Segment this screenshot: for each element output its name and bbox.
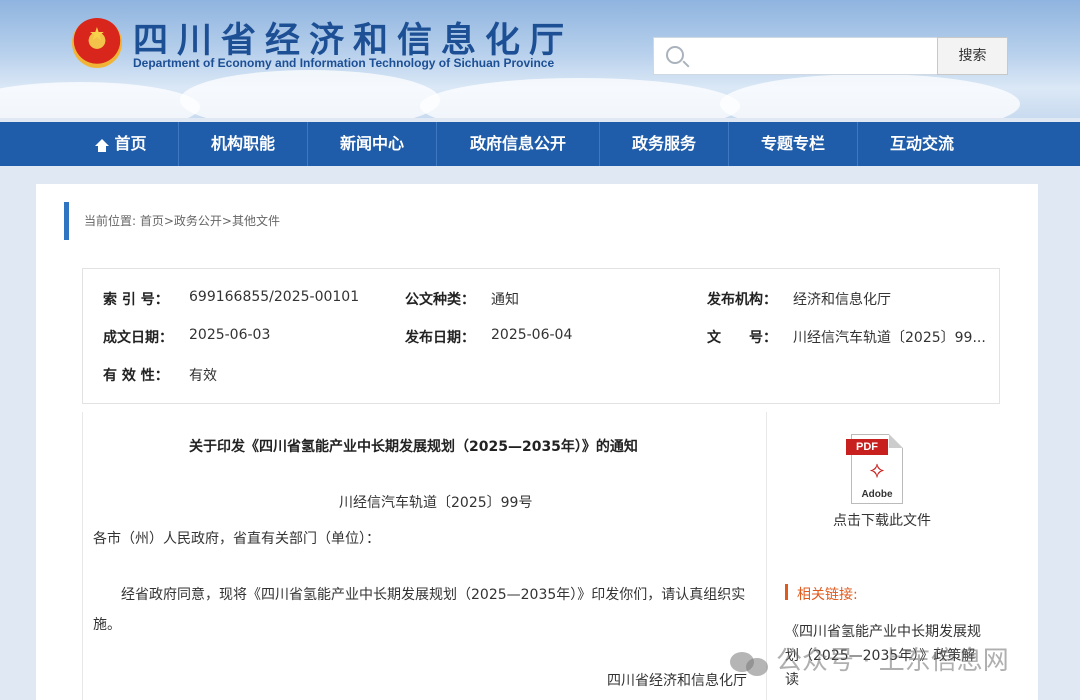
- nav-item-home[interactable]: 首页: [66, 122, 176, 166]
- download-file-link[interactable]: 点击下载此文件: [833, 510, 931, 530]
- site-header: ★ 四川省经济和信息化厅 Department of Economy and I…: [0, 0, 1080, 118]
- wechat-icon: [730, 648, 770, 676]
- type-label: 公文种类：: [405, 292, 475, 308]
- document-paragraph: 经省政府同意，现将《四川省氢能产业中长期发展规划（2025—2035年）》印发你…: [93, 587, 746, 633]
- content-panel: 当前位置: 首页>政务公开>其他文件 索 引 号： 699166855/2025…: [36, 184, 1038, 700]
- document-salutation: 各市（州）人民政府，省直有关部门（单位）：: [93, 531, 380, 547]
- breadcrumb-accent: [64, 202, 69, 240]
- page-fold-decoration: [889, 434, 903, 448]
- acrobat-icon: ⟡: [869, 458, 885, 483]
- pdf-file-icon[interactable]: PDF ⟡ Adobe: [846, 434, 903, 504]
- doc-number-label: 文 号：: [707, 330, 777, 346]
- search-input[interactable]: [653, 37, 938, 75]
- main-nav: 首页 机构职能 新闻中心 政府信息公开 政务服务 专题专栏 互动交流: [0, 122, 1080, 166]
- site-subtitle: Department of Economy and Information Te…: [133, 56, 555, 70]
- nav-item-news[interactable]: 新闻中心: [308, 122, 436, 166]
- cloud-decoration: [720, 74, 1020, 118]
- document-body: 关于印发《四川省氢能产业中长期发展规划（2025—2035年）》的通知 川经信汽…: [82, 412, 766, 700]
- document-info-table: 索 引 号： 699166855/2025-00101 公文种类： 通知 发布机…: [82, 268, 1000, 404]
- validity-label: 有 效 性：: [103, 368, 169, 384]
- nav-item-gov-info[interactable]: 政府信息公开: [437, 122, 599, 166]
- type-value: 通知: [491, 292, 519, 308]
- home-icon: [95, 139, 110, 152]
- nav-item-services[interactable]: 政务服务: [600, 122, 728, 166]
- nav-item-topics[interactable]: 专题专栏: [729, 122, 857, 166]
- nav-item-interaction[interactable]: 互动交流: [858, 122, 986, 166]
- index-label: 索 引 号：: [103, 292, 169, 308]
- document-title: 关于印发《四川省氢能产业中长期发展规划（2025—2035年）》的通知: [189, 439, 638, 455]
- org-value: 经济和信息化厅: [793, 292, 891, 308]
- cloud-decoration: [180, 70, 440, 118]
- published-date-label: 发布日期：: [405, 330, 475, 346]
- cloud-decoration: [0, 82, 200, 118]
- published-date-value: 2025-06-04: [491, 327, 573, 343]
- doc-number-value: 川经信汽车轨道〔2025〕99...: [793, 330, 986, 346]
- document-number: 川经信汽车轨道〔2025〕99号: [339, 495, 533, 511]
- breadcrumb[interactable]: 当前位置: 首页>政务公开>其他文件: [84, 212, 280, 229]
- search-icon: [666, 46, 684, 64]
- validity-value: 有效: [189, 368, 217, 384]
- nav-label: 首页: [114, 134, 147, 153]
- org-label: 发布机构：: [707, 292, 777, 308]
- national-emblem-logo[interactable]: ★: [72, 18, 122, 68]
- star-icon: ★: [88, 24, 106, 45]
- related-links-title: 相关链接:: [797, 587, 858, 603]
- wechat-watermark: 公众号 · 上东信息网: [730, 640, 1009, 676]
- created-date-label: 成文日期：: [103, 330, 173, 346]
- related-accent: [785, 584, 788, 600]
- cloud-decoration: [420, 78, 740, 118]
- index-value: 699166855/2025-00101: [189, 289, 360, 305]
- document-signature: 四川省经济和信息化厅: [607, 673, 747, 689]
- created-date-value: 2025-06-03: [189, 327, 271, 343]
- watermark-text: 公众号 · 上东信息网: [776, 646, 1009, 676]
- nav-item-functions[interactable]: 机构职能: [179, 122, 307, 166]
- pdf-tag: PDF: [846, 439, 888, 455]
- search-button[interactable]: 搜索: [937, 37, 1008, 75]
- adobe-label: Adobe: [861, 489, 893, 500]
